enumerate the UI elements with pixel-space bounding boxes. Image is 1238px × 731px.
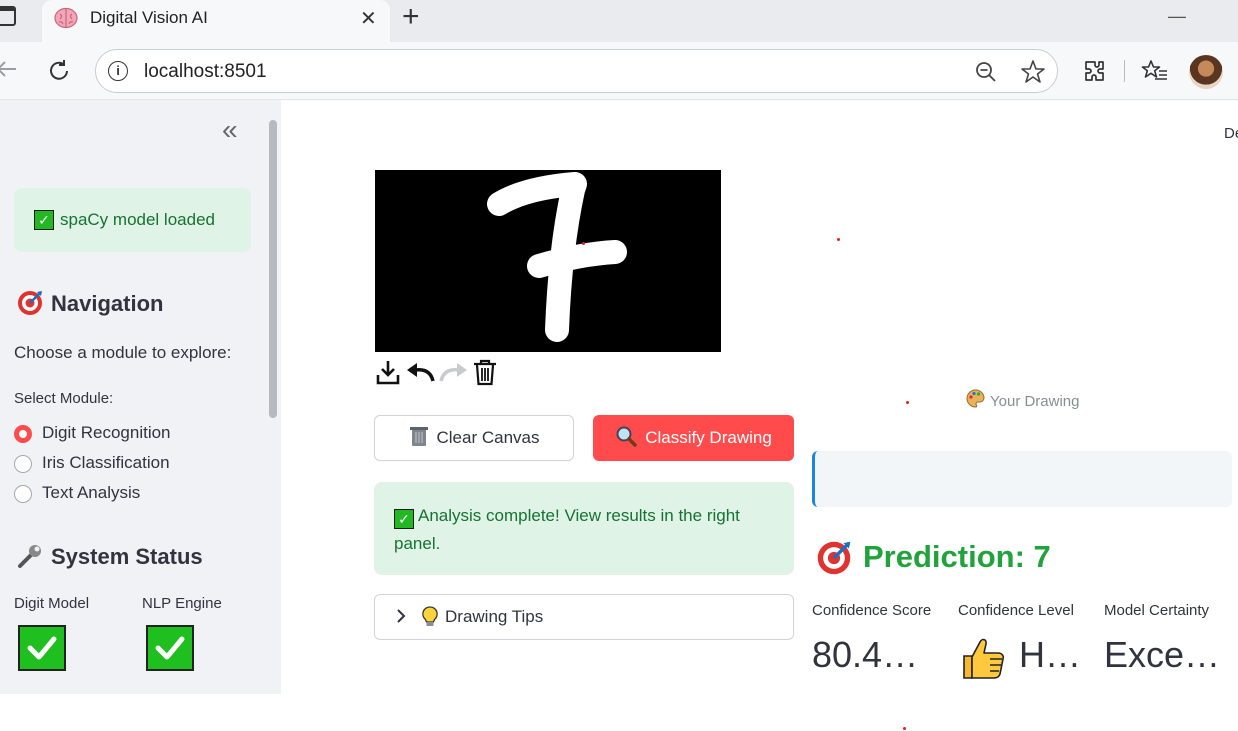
window-icon[interactable] [0,6,16,26]
system-status-title: System Status [51,544,203,569]
sidebar: « ✓ spaCy model loaded Navigation Choose… [0,100,281,694]
info-icon[interactable]: i [108,61,128,81]
collapse-sidebar-button[interactable]: « [222,116,238,144]
metric-label-model-certainty: Model Certainty [1104,602,1210,619]
radio-label: Iris Classification [42,453,170,472]
your-drawing-text: Your Drawing [990,392,1080,410]
nav-title: Navigation [51,291,164,316]
toolbar-divider [1124,60,1125,82]
nlp-engine-check-icon [146,625,194,671]
download-icon[interactable] [375,359,401,390]
nav-subtitle: Choose a module to explore: [14,343,232,362]
metric-value-model-certainty: Exce… [1104,634,1221,675]
new-tab-button[interactable]: + [402,0,420,34]
wastebasket-icon [409,425,429,452]
marker-dot [903,727,906,730]
url-text[interactable]: localhost:8501 [144,61,267,83]
check-icon: ✓ [34,210,54,230]
metric-label-confidence-score: Confidence Score [812,602,932,619]
target-icon [16,289,44,322]
digit-model-check-icon [18,625,66,671]
undo-icon[interactable] [404,361,436,388]
trash-icon[interactable] [472,358,498,391]
profile-avatar[interactable] [1189,55,1223,89]
zoom-icon[interactable] [974,60,998,89]
drawn-digit [487,172,627,342]
radio-button[interactable] [14,455,32,473]
magnifier-icon [615,425,637,452]
favorite-star-icon[interactable] [1020,59,1046,90]
info-panel [812,451,1232,507]
radio-text-analysis[interactable]: Text Analysis [14,482,254,506]
metric-value-confidence-level: H… [1019,634,1081,675]
drawing-tips-expander[interactable]: Drawing Tips [374,594,794,640]
radio-button[interactable] [14,485,32,503]
check-icon: ✓ [394,509,414,529]
redo-icon[interactable] [438,361,470,388]
radio-button-selected[interactable] [14,425,32,443]
header-cut-text: De [1224,125,1238,142]
drawing-preview-caption: Your Drawing [966,389,1080,413]
browser-toolbar: i localhost:8501 [0,42,1238,100]
radio-iris-classification[interactable]: Iris Classification [14,452,254,476]
success-message-text: Analysis complete! View results in the r… [394,506,740,553]
close-tab-icon[interactable]: ✕ [360,6,377,31]
browser-tab[interactable]: Digital Vision AI ✕ [42,0,390,42]
clear-canvas-button[interactable]: Clear Canvas [374,415,574,461]
drawing-tips-label: Drawing Tips [445,607,544,626]
prediction-title: Prediction: 7 [863,539,1051,574]
tab-title: Digital Vision AI [90,8,208,27]
favorites-list-icon[interactable] [1141,58,1169,89]
tab-strip: Digital Vision AI ✕ + — [0,0,1238,42]
chevron-right-icon [395,607,407,630]
extensions-icon[interactable] [1082,58,1108,89]
clear-canvas-label: Clear Canvas [436,428,540,447]
metric-value-confidence-score: 80.4… [812,634,919,675]
analysis-success-alert: ✓ Analysis complete! View results in the … [374,482,794,575]
minimize-button[interactable]: — [1168,6,1186,27]
select-module-label: Select Module: [14,390,114,407]
marker-dot [837,238,840,241]
address-bar[interactable]: i localhost:8501 [95,49,1058,93]
classify-drawing-button[interactable]: Classify Drawing [593,415,794,461]
target-icon [815,539,853,582]
status-label-nlp-engine: NLP Engine [142,595,222,612]
marker-dot [906,401,909,404]
palette-icon [966,389,985,413]
radio-label: Digit Recognition [42,423,171,442]
lightbulb-icon [421,606,439,633]
model-status-text: spaCy model loaded [60,210,215,229]
radio-label: Text Analysis [42,483,141,502]
reload-icon[interactable] [46,58,72,89]
radio-digit-recognition[interactable]: Digit Recognition [14,422,254,446]
sidebar-scrollbar-thumb[interactable] [269,120,277,418]
wrench-icon [16,542,44,575]
marker-dot [582,242,585,245]
brain-icon [54,7,78,29]
drawing-canvas[interactable] [375,170,721,352]
metric-label-confidence-level: Confidence Level [958,602,1074,619]
thumbs-up-icon [960,636,1006,685]
back-icon[interactable] [0,56,20,87]
model-status-alert: ✓ spaCy model loaded [14,188,251,252]
status-label-digit-model: Digit Model [14,595,90,612]
classify-drawing-label: Classify Drawing [645,428,772,447]
